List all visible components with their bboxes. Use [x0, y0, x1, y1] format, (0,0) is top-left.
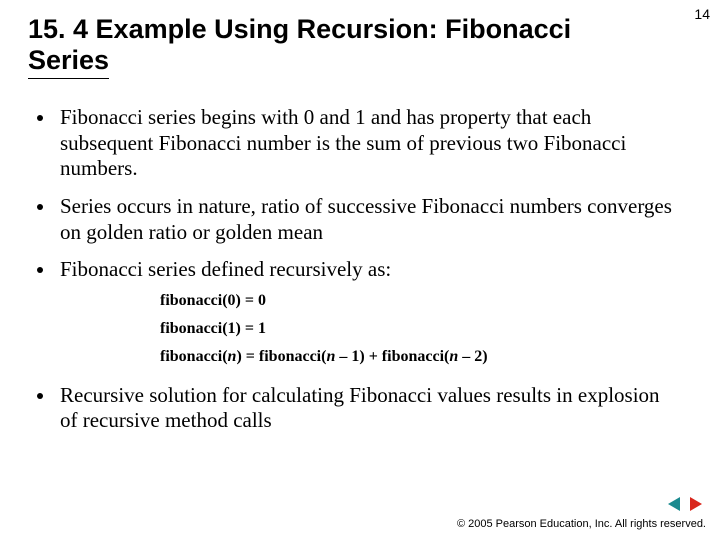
bullet-item: Fibonacci series defined recursively as:… [56, 257, 680, 371]
def-var: n [449, 348, 458, 365]
definition-line: fibonacci(n) = fibonacci(n – 1) + fibona… [160, 343, 680, 371]
copyright-footer: © 2005 Pearson Education, Inc. All right… [457, 518, 706, 530]
bullet-item: Recursive solution for calculating Fibon… [56, 383, 680, 434]
next-icon[interactable] [688, 496, 704, 512]
definition-line: fibonacci(0) = 0 [160, 287, 680, 315]
nav-controls [666, 496, 704, 512]
definition-line: fibonacci(1) = 1 [160, 315, 680, 343]
title-line-1: 15. 4 Example Using Recursion: Fibonacci [28, 14, 571, 44]
definition-block: fibonacci(0) = 0 fibonacci(1) = 1 fibona… [160, 287, 680, 371]
def-text: – 2) [458, 348, 487, 365]
page-number: 14 [694, 6, 710, 22]
def-text: fibonacci( [160, 348, 228, 365]
def-text: – 1) + fibonacci( [335, 348, 449, 365]
page-title: 15. 4 Example Using Recursion: Fibonacci… [0, 0, 720, 79]
prev-icon[interactable] [666, 496, 682, 512]
bullet-list: Fibonacci series begins with 0 and 1 and… [56, 105, 680, 434]
bullet-item: Fibonacci series begins with 0 and 1 and… [56, 105, 680, 182]
title-line-2: Series [28, 45, 109, 79]
bullet-item: Series occurs in nature, ratio of succes… [56, 194, 680, 245]
bullet-text: Fibonacci series defined recursively as: [60, 257, 391, 281]
def-text: ) = fibonacci( [236, 348, 326, 365]
